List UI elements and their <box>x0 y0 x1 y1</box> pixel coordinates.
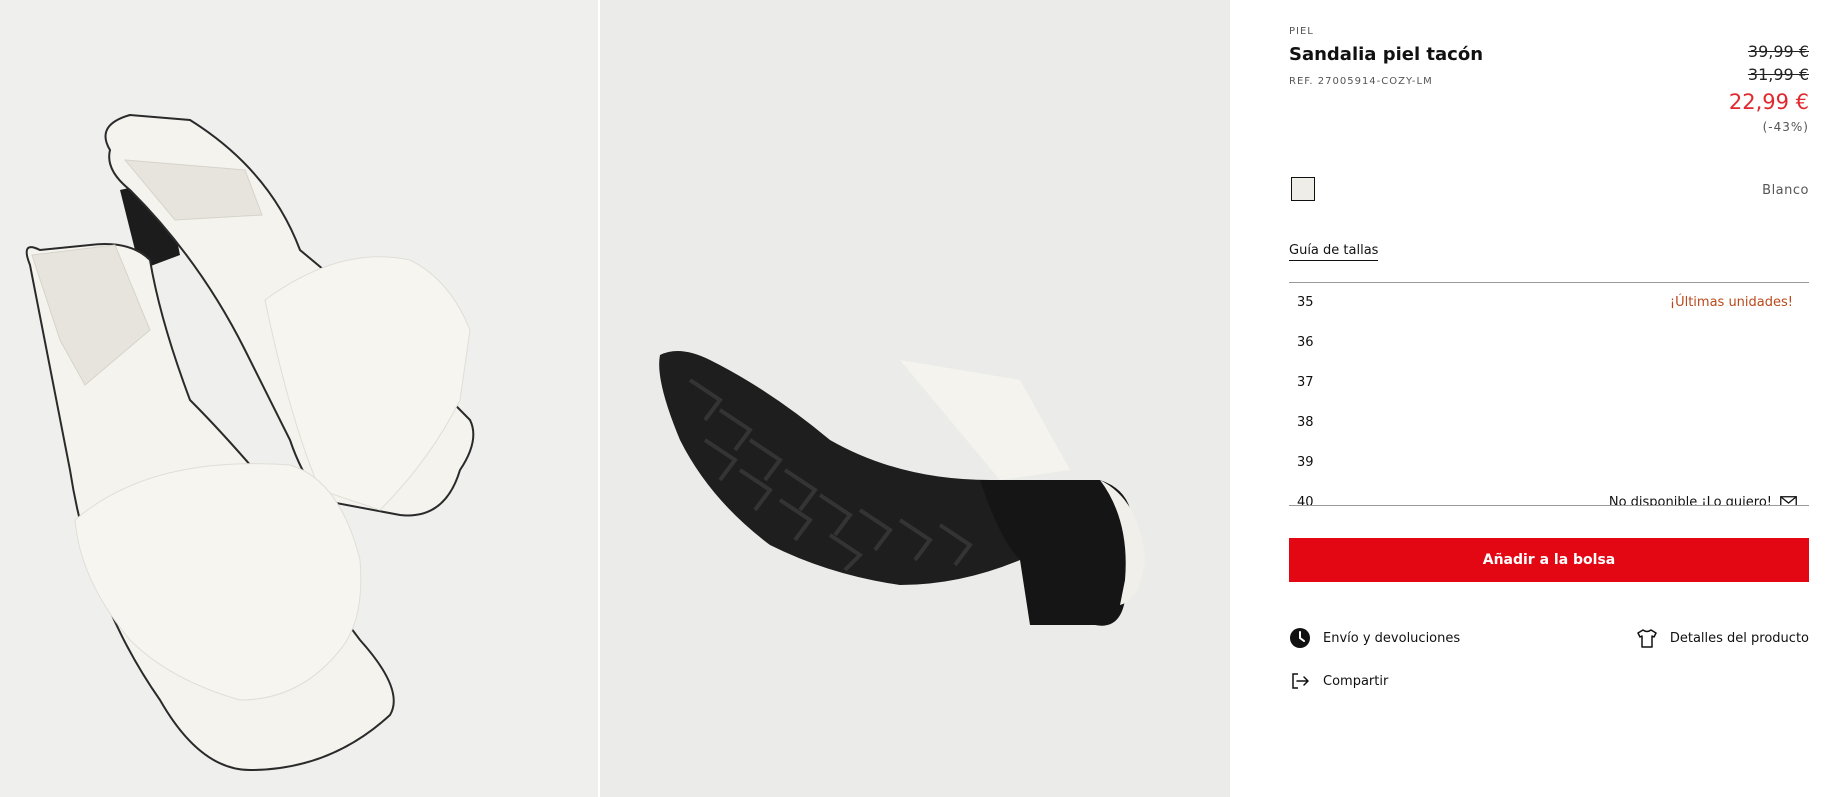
product-gallery <box>0 0 1230 797</box>
clock-icon <box>1289 627 1311 649</box>
shipping-returns-label: Envío y devoluciones <box>1323 630 1461 646</box>
current-price: 22,99 € <box>1728 90 1809 114</box>
size-guide-link[interactable]: Guía de tallas <box>1289 243 1379 261</box>
product-info-panel: PIEL Sandalia piel tacón REF. 27005914-C… <box>1289 0 1809 797</box>
add-to-bag-button[interactable]: Añadir a la bolsa <box>1289 538 1809 582</box>
share-link[interactable]: Compartir <box>1289 670 1388 692</box>
size-option-37[interactable]: 37 <box>1289 363 1809 403</box>
price-block: 39,99 € 31,99 € 22,99 € (-43%) <box>1729 40 1809 135</box>
size-option-35[interactable]: 35 ¡Últimas unidades! <box>1289 283 1809 323</box>
color-swatch-blanco[interactable] <box>1291 177 1315 201</box>
size-option-39[interactable]: 39 <box>1289 443 1809 483</box>
size-value: 38 <box>1297 415 1314 430</box>
color-name: Blanco <box>1762 183 1809 198</box>
size-selector-list[interactable]: 35 ¡Últimas unidades! 36 37 38 39 40 No disponi… <box>1289 282 1809 506</box>
size-last-units-note: ¡Últimas unidades! <box>1669 295 1793 310</box>
shipping-returns-link[interactable]: Envío y devoluciones <box>1289 627 1460 649</box>
product-category: PIEL <box>1289 26 1314 37</box>
size-value: 40 <box>1297 495 1314 506</box>
share-exit-icon <box>1289 670 1311 692</box>
product-details-link[interactable]: Detalles del producto <box>1636 627 1809 649</box>
size-option-38[interactable]: 38 <box>1289 403 1809 443</box>
product-reference: REF. 27005914-COZY-LM <box>1289 76 1433 87</box>
product-details-label: Detalles del producto <box>1669 630 1809 646</box>
tshirt-icon <box>1636 627 1658 649</box>
discount-percentage: (-43%) <box>1762 120 1809 134</box>
size-unavailable-note: No disponible ¡Lo quiero! <box>1608 495 1772 506</box>
previous-price: 31,99 € <box>1747 65 1809 84</box>
size-option-36[interactable]: 36 <box>1289 323 1809 363</box>
size-value: 35 <box>1297 295 1314 310</box>
mail-icon[interactable] <box>1780 496 1797 506</box>
product-title: Sandalia piel tacón <box>1289 44 1484 65</box>
size-value: 36 <box>1297 335 1314 350</box>
size-value: 37 <box>1297 375 1314 390</box>
product-photo-sole-view[interactable] <box>600 0 1230 797</box>
size-value: 39 <box>1297 455 1314 470</box>
size-option-40[interactable]: 40 No disponible ¡Lo quiero! <box>1289 483 1809 506</box>
product-photo-top-view[interactable] <box>0 0 598 797</box>
share-label: Compartir <box>1323 673 1389 689</box>
original-price: 39,99 € <box>1747 42 1809 61</box>
